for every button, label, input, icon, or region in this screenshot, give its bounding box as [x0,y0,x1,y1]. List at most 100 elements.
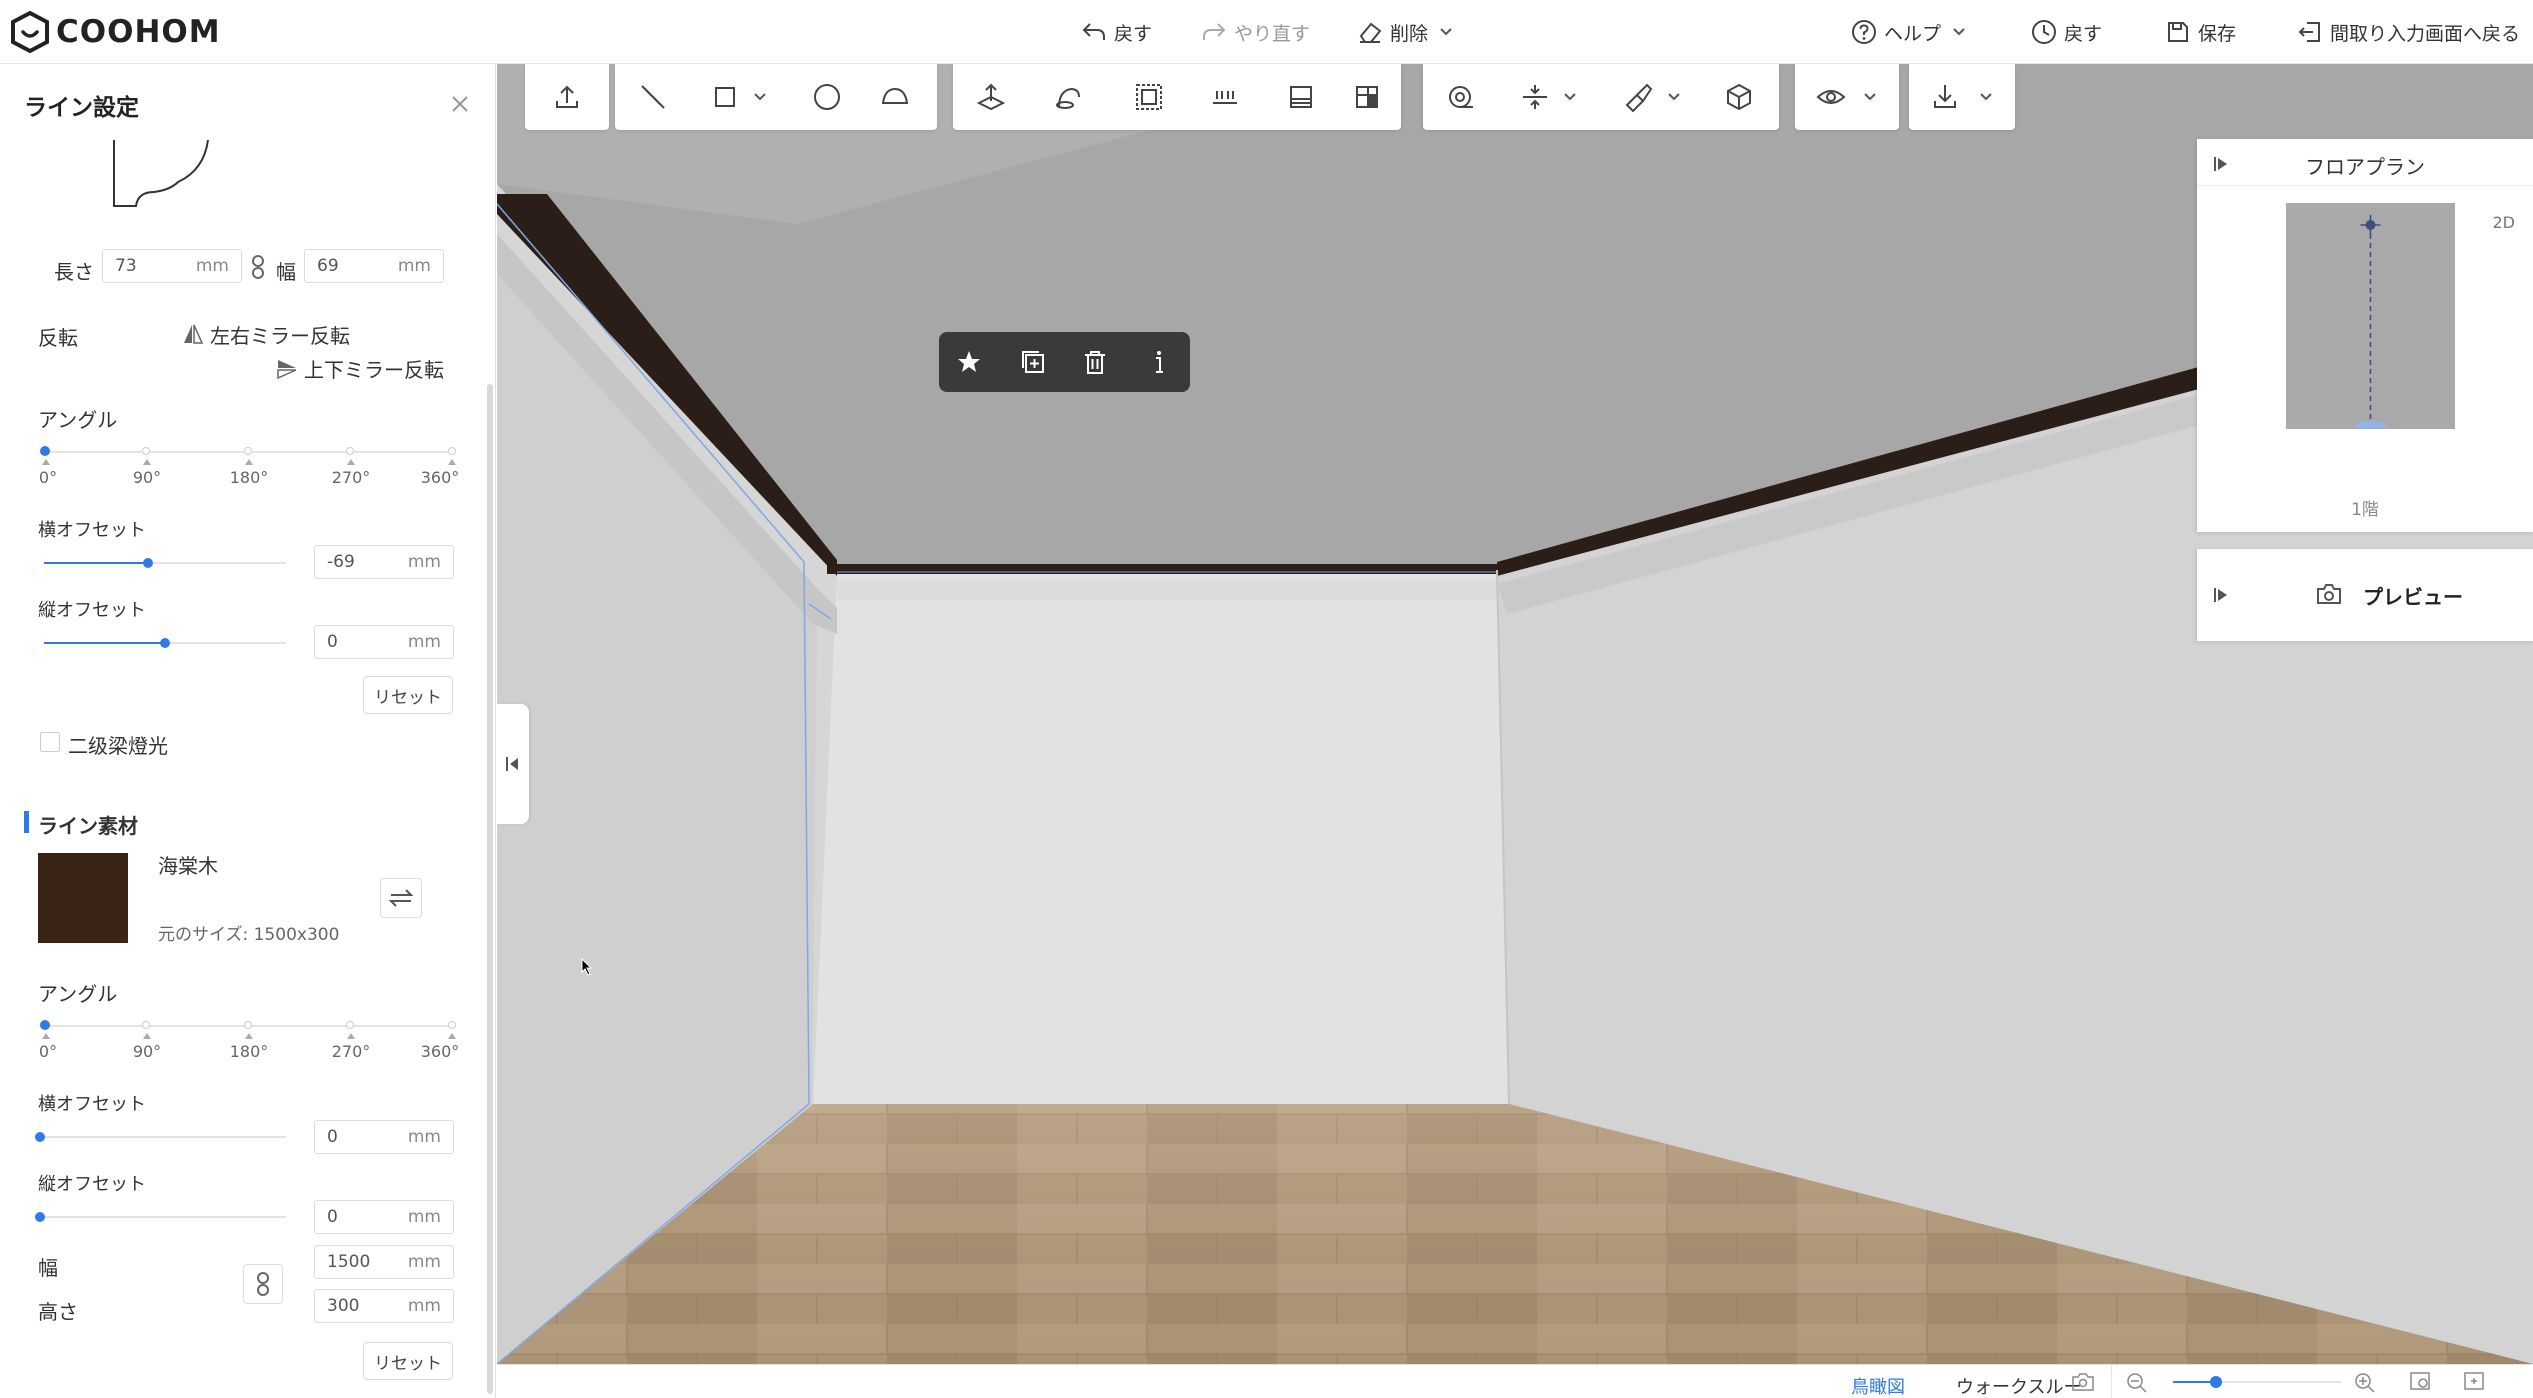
v-offset-value: 0 [327,632,338,652]
trash-icon [1085,351,1105,374]
sweep-tool[interactable] [1049,77,1089,117]
h-offset-slider-knob[interactable] [143,558,154,568]
upload-tool[interactable] [547,77,587,117]
visibility-tool[interactable] [1811,77,1851,117]
line-tool[interactable] [633,77,673,117]
zoom-slider-knob[interactable] [2210,1376,2222,1388]
align-tool[interactable] [1515,77,1555,117]
split-panel-tool[interactable] [1347,77,1387,117]
floorplan-minimap[interactable] [2286,203,2455,429]
tab-walkthrough[interactable]: ウォークスルー [1956,1373,2081,1398]
undo-button[interactable]: 戻す [1080,14,1152,50]
v-offset-slider-knob[interactable] [35,1212,45,1222]
v-offset-slider[interactable] [35,1210,286,1224]
chevron-down-icon[interactable] [1863,91,1877,103]
chevron-down-icon[interactable] [1563,91,1577,103]
floorplan-title: フロアプラン [2305,155,2425,179]
width-input[interactable]: 69 mm [304,249,444,283]
redo-button[interactable]: やり直す [1200,14,1310,50]
line-settings-panel: ライン設定 長さ 73 mm 幅 69 mm 反転 左右ミラー反転 上下ミラー反… [0,64,496,1398]
texture-width-unit: mm [407,1252,441,1272]
mouse-cursor-icon [581,958,593,976]
preview-title: プレビュー [2363,585,2463,609]
lock-ratio-button[interactable] [243,1264,283,1304]
save-button[interactable]: 保存 [2164,14,2236,50]
history-button[interactable]: 戻す [2030,14,2102,50]
panel-tool[interactable] [1281,77,1321,117]
v-offset-slider[interactable] [44,636,286,650]
angle-slider-knob[interactable] [40,446,50,456]
divide-tool[interactable] [1205,77,1245,117]
reset-button[interactable]: リセット [363,1342,453,1380]
extrude-tool[interactable] [971,77,1011,117]
rectangle-tool[interactable] [705,77,745,117]
duplicate-button[interactable] [1015,344,1051,380]
zoom-to-selection-icon[interactable] [2409,1371,2433,1393]
info-icon [1156,351,1163,373]
info-button[interactable] [1141,344,1177,380]
beam-light-checkbox[interactable] [40,732,60,752]
h-offset-slider-knob[interactable] [35,1132,45,1142]
reset-button[interactable]: リセット [363,676,453,714]
h-offset-slider[interactable] [44,556,286,570]
help-button[interactable]: ヘルプ [1850,14,1967,50]
h-offset-slider[interactable] [35,1130,286,1144]
mirror-horizontal-button[interactable]: 左右ミラー反転 [182,320,350,349]
link-icon[interactable] [250,254,266,280]
chevron-down-icon[interactable] [753,91,767,103]
angle-slider[interactable]: 0° 90° 180° 270° 360° [39,442,460,487]
panel-title: ライン設定 [24,95,139,121]
angle-slider[interactable]: 0° 90° 180° 270° 360° [39,1016,460,1061]
toolbar-group-modify [953,64,1401,130]
material-brush-tool[interactable] [1617,77,1657,117]
v-offset-slider-knob[interactable] [160,638,170,648]
help-icon [1852,20,1876,44]
circle-tool[interactable] [807,77,847,117]
material-swatch[interactable] [38,853,128,943]
mirror-vertical-label: 上下ミラー反転 [304,358,444,382]
zoom-in-icon[interactable] [2353,1371,2377,1393]
camera-icon[interactable] [2071,1372,2095,1392]
chevron-down-icon[interactable] [1979,91,1993,103]
3d-viewport[interactable]: フロアプラン 2D 1階 プレビュー 鳥瞰図 ウォークスルー [497,64,2533,1398]
measure-tool[interactable] [1441,77,1481,117]
expand-panel-icon[interactable] [2213,586,2231,604]
zoom-out-icon[interactable] [2125,1371,2149,1393]
angle-slider-knob[interactable] [40,1020,50,1030]
favorite-button[interactable] [951,344,987,380]
delete-button[interactable]: 削除 [1356,14,1454,50]
h-offset-input[interactable]: 0 mm [314,1120,454,1154]
chevron-down-icon[interactable] [1667,91,1681,103]
v-offset-input[interactable]: 0 mm [314,1200,454,1234]
replace-material-button[interactable] [380,878,422,918]
length-input[interactable]: 73 mm [102,249,242,283]
back-to-floorplan-button[interactable]: 間取り入力画面へ戻る [2296,14,2520,50]
delete-selection-button[interactable] [1077,344,1113,380]
fit-view-icon[interactable] [2463,1371,2487,1393]
tab-birdseye-view[interactable]: 鳥瞰図 [1851,1373,1905,1398]
cube-icon [1727,83,1751,111]
arc-tool[interactable] [875,77,915,117]
mirror-vertical-button[interactable]: 上下ミラー反転 [276,354,444,383]
width-value: 69 [317,256,339,276]
offset-tool[interactable] [1129,77,1169,117]
selection-context-toolbar [939,332,1190,392]
mirror-vertical-icon [277,359,297,379]
view-mode-toggle[interactable]: 2D [2493,213,2516,232]
floor-label[interactable]: 1階 [2197,495,2533,520]
help-label: ヘルプ [1884,22,1942,45]
texture-width-input[interactable]: 1500 mm [314,1245,454,1279]
v-offset-input[interactable]: 0 mm [314,625,454,659]
collapse-panel-button[interactable] [497,704,529,824]
close-icon[interactable] [448,92,472,116]
panel-scrollbar[interactable] [487,384,493,1394]
panel-icon [1290,86,1312,108]
save-label: 保存 [2198,22,2237,45]
coohom-logo[interactable]: COOHOM [8,10,221,54]
download-tool[interactable] [1925,77,1965,117]
texture-height-value: 300 [327,1296,360,1316]
h-offset-input[interactable]: -69 mm [314,545,454,579]
model-tool[interactable] [1719,77,1759,117]
chevron-down-icon [1953,28,1965,36]
texture-height-input[interactable]: 300 mm [314,1289,454,1323]
